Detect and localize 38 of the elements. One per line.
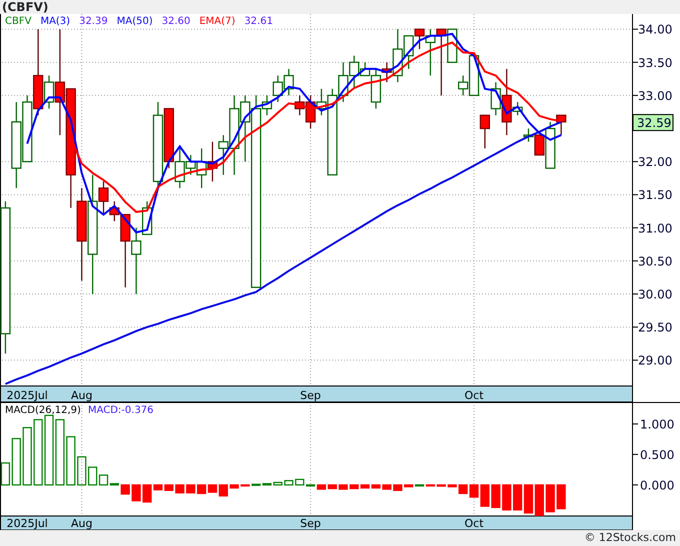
price-label: 30.00 (638, 288, 672, 302)
legend-label: MACD:-0.376 (88, 405, 154, 416)
price-label: 33.00 (638, 88, 672, 103)
candlestick (22, 95, 32, 162)
date-label: 2025Jul (6, 517, 48, 530)
price-label: 29.00 (638, 354, 672, 368)
candlestick (480, 114, 490, 148)
price-label: 30.50 (638, 254, 672, 268)
legend-label: CBFV (5, 16, 32, 27)
macd-label: 1.000 (640, 417, 674, 432)
date-label: 2025Jul (6, 389, 48, 402)
candlestick (207, 142, 218, 182)
date-label: Aug (70, 517, 92, 530)
legend-label: 32.61 (244, 16, 273, 27)
price-label: 31.00 (638, 221, 672, 236)
price-label: 32.00 (638, 155, 672, 170)
date-label: Sep (300, 389, 321, 402)
date-label: Oct (464, 517, 484, 530)
macd-label: 0.000 (640, 478, 674, 492)
price-label: 34.00 (638, 22, 672, 37)
price-label: 31.50 (638, 188, 672, 202)
legend-label: MACD(26,12,9) (5, 405, 81, 416)
legend-label: EMA(7) (199, 16, 236, 27)
date-label: Aug (70, 389, 92, 402)
candlestick (272, 76, 283, 102)
price-label: 29.50 (638, 320, 672, 335)
last-price-tag: 32.59 (632, 114, 674, 132)
date-label: Sep (300, 517, 321, 530)
legend-label: MA(3) (40, 16, 70, 27)
chart-title: (CBFV) (2, 0, 48, 14)
date-label: Oct (464, 389, 484, 402)
candlestick (284, 68, 294, 96)
legend-label: MA(50) (116, 16, 153, 27)
price-label: 33.50 (638, 56, 672, 70)
legend-label: 32.39 (79, 16, 108, 27)
legend-label: 32.60 (162, 16, 190, 27)
macd-label: 0.500 (640, 448, 674, 462)
copyright-text: © 12Stocks.com (584, 530, 676, 546)
